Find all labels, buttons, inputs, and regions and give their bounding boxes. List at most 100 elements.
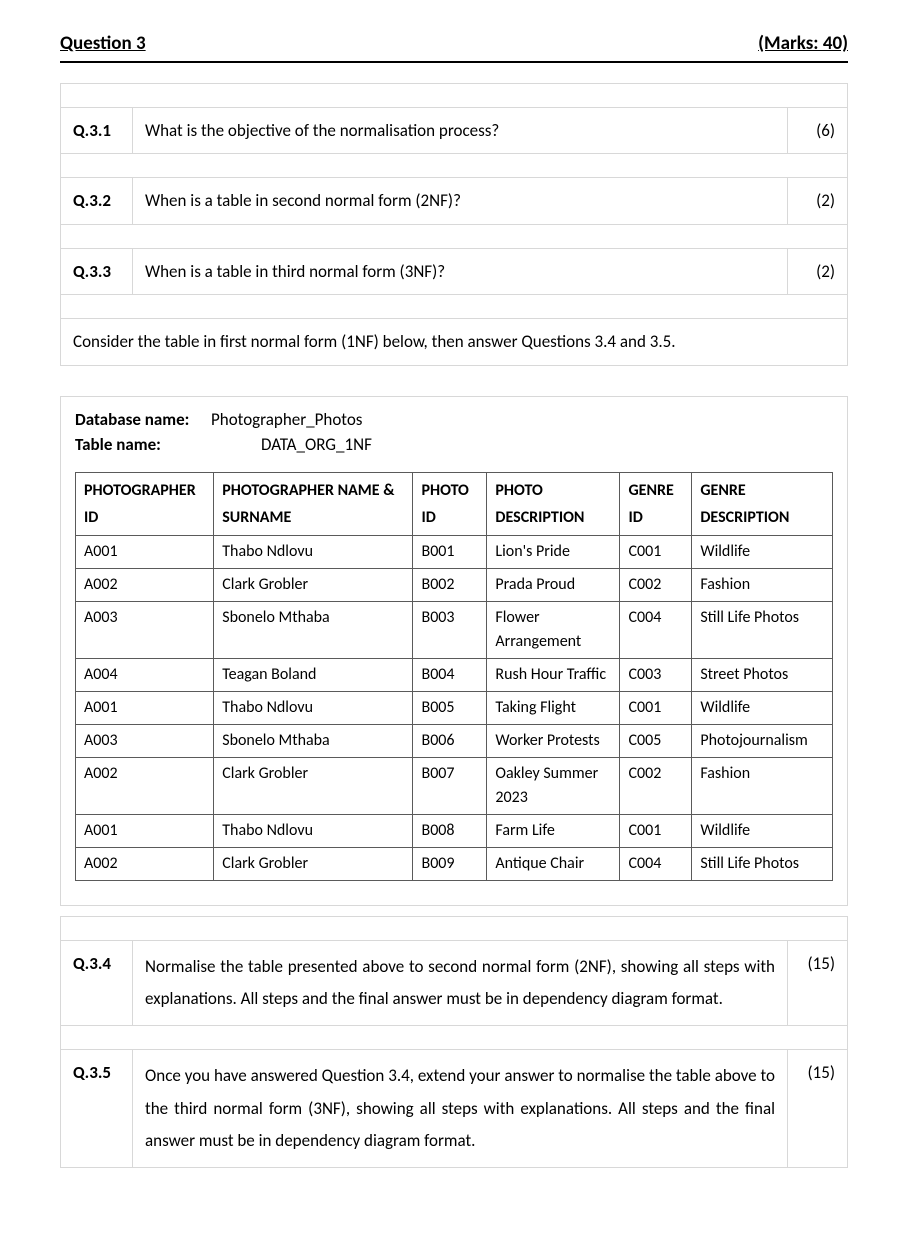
table-cell: Teagan Boland — [214, 658, 413, 691]
question-title: Question 3 — [60, 30, 146, 59]
table-cell: Taking Flight — [487, 691, 620, 724]
question-number: Q.3.5 — [61, 1050, 133, 1168]
table-cell: Still Life Photos — [692, 847, 833, 880]
table-cell: Antique Chair — [487, 847, 620, 880]
table-row: A002Clark GroblerB002Prada ProudC002Fash… — [76, 568, 833, 601]
table-cell: B006 — [413, 724, 487, 757]
database-name-row: Database name: Photographer_Photos — [75, 407, 833, 433]
table-row: A003Sbonelo MthabaB006Worker ProtestsC00… — [76, 724, 833, 757]
question-marks: (2) — [788, 248, 848, 295]
question-row: Q.3.2 When is a table in second normal f… — [61, 178, 848, 225]
table-cell: Prada Proud — [487, 568, 620, 601]
table-cell: B005 — [413, 691, 487, 724]
questions-3-4-to-3-5: Q.3.4 Normalise the table presented abov… — [60, 916, 848, 1168]
blank-row — [61, 916, 848, 940]
table-name-row: Table name: DATA_ORG_1NF — [75, 432, 833, 458]
blank-row — [61, 154, 848, 178]
table-cell: A001 — [76, 535, 214, 568]
question-text: Once you have answered Question 3.4, ext… — [133, 1050, 788, 1168]
table-cell: C005 — [620, 724, 692, 757]
instruction-row: Consider the table in first normal form … — [61, 319, 848, 366]
table-cell: Thabo Ndlovu — [214, 535, 413, 568]
question-row: Q.3.1 What is the objective of the norma… — [61, 107, 848, 154]
col-photographer-name: PHOTOGRAPHER NAME & SURNAME — [214, 472, 413, 535]
table-cell: A001 — [76, 691, 214, 724]
table-cell: A001 — [76, 814, 214, 847]
table-name-value: DATA_ORG_1NF — [261, 432, 372, 458]
question-marks: (2) — [788, 178, 848, 225]
table-cell: B004 — [413, 658, 487, 691]
col-genre-id: GENRE ID — [620, 472, 692, 535]
questions-3-1-to-3-3: Q.3.1 What is the objective of the norma… — [60, 83, 848, 366]
table-row: A001Thabo NdlovuB001Lion's PrideC001Wild… — [76, 535, 833, 568]
table-cell: Clark Grobler — [214, 757, 413, 814]
data-table: PHOTOGRAPHER ID PHOTOGRAPHER NAME & SURN… — [75, 472, 833, 881]
instruction-text: Consider the table in first normal form … — [61, 319, 848, 366]
database-name-value: Photographer_Photos — [211, 407, 362, 433]
table-cell: Worker Protests — [487, 724, 620, 757]
blank-row — [61, 224, 848, 248]
table-cell: Lion's Pride — [487, 535, 620, 568]
question-row: Q.3.4 Normalise the table presented abov… — [61, 940, 848, 1026]
table-cell: A004 — [76, 658, 214, 691]
table-cell: Clark Grobler — [214, 847, 413, 880]
table-cell: B001 — [413, 535, 487, 568]
table-cell: Wildlife — [692, 535, 833, 568]
question-text: When is a table in second normal form (2… — [133, 178, 788, 225]
table-cell: Fashion — [692, 757, 833, 814]
question-text: What is the objective of the normalisati… — [133, 107, 788, 154]
table-cell: A003 — [76, 601, 214, 658]
table-cell: A003 — [76, 724, 214, 757]
table-name-label: Table name: — [75, 432, 205, 458]
table-cell: C004 — [620, 847, 692, 880]
col-photographer-id: PHOTOGRAPHER ID — [76, 472, 214, 535]
table-cell: Thabo Ndlovu — [214, 814, 413, 847]
table-cell: B007 — [413, 757, 487, 814]
table-cell: A002 — [76, 757, 214, 814]
table-cell: C001 — [620, 691, 692, 724]
table-cell: C002 — [620, 568, 692, 601]
table-cell: C002 — [620, 757, 692, 814]
table-row: A002Clark GroblerB007Oakley Summer 2023C… — [76, 757, 833, 814]
table-row: A001Thabo NdlovuB005Taking FlightC001Wil… — [76, 691, 833, 724]
table-cell: Photojournalism — [692, 724, 833, 757]
question-marks: (15) — [788, 940, 848, 1026]
database-block: Database name: Photographer_Photos Table… — [60, 396, 848, 906]
question-text: When is a table in third normal form (3N… — [133, 248, 788, 295]
blank-row — [61, 295, 848, 319]
question-number: Q.3.4 — [61, 940, 133, 1026]
table-cell: Farm Life — [487, 814, 620, 847]
table-cell: Oakley Summer 2023 — [487, 757, 620, 814]
table-cell: Still Life Photos — [692, 601, 833, 658]
table-cell: A002 — [76, 847, 214, 880]
blank-row — [61, 1026, 848, 1050]
table-row: A003Sbonelo MthabaB003Flower Arrangement… — [76, 601, 833, 658]
question-marks: (15) — [788, 1050, 848, 1168]
table-cell: B003 — [413, 601, 487, 658]
database-name-label: Database name: — [75, 407, 205, 433]
table-header-row: PHOTOGRAPHER ID PHOTOGRAPHER NAME & SURN… — [76, 472, 833, 535]
question-marks: (6) — [788, 107, 848, 154]
table-cell: Sbonelo Mthaba — [214, 724, 413, 757]
question-number: Q.3.2 — [61, 178, 133, 225]
table-cell: A002 — [76, 568, 214, 601]
table-cell: Rush Hour Traffic — [487, 658, 620, 691]
table-row: A002Clark GroblerB009Antique ChairC004St… — [76, 847, 833, 880]
question-row: Q.3.3 When is a table in third normal fo… — [61, 248, 848, 295]
table-row: A001Thabo NdlovuB008Farm LifeC001Wildlif… — [76, 814, 833, 847]
table-cell: B008 — [413, 814, 487, 847]
col-photo-id: PHOTO ID — [413, 472, 487, 535]
table-cell: Fashion — [692, 568, 833, 601]
question-total-marks: (Marks: 40) — [758, 30, 848, 59]
table-cell: Flower Arrangement — [487, 601, 620, 658]
table-cell: B009 — [413, 847, 487, 880]
question-number: Q.3.3 — [61, 248, 133, 295]
col-photo-description: PHOTO DESCRIPTION — [487, 472, 620, 535]
table-cell: C001 — [620, 535, 692, 568]
col-genre-description: GENRE DESCRIPTION — [692, 472, 833, 535]
table-cell: Thabo Ndlovu — [214, 691, 413, 724]
table-cell: Wildlife — [692, 814, 833, 847]
table-cell: B002 — [413, 568, 487, 601]
table-cell: C003 — [620, 658, 692, 691]
table-cell: Sbonelo Mthaba — [214, 601, 413, 658]
